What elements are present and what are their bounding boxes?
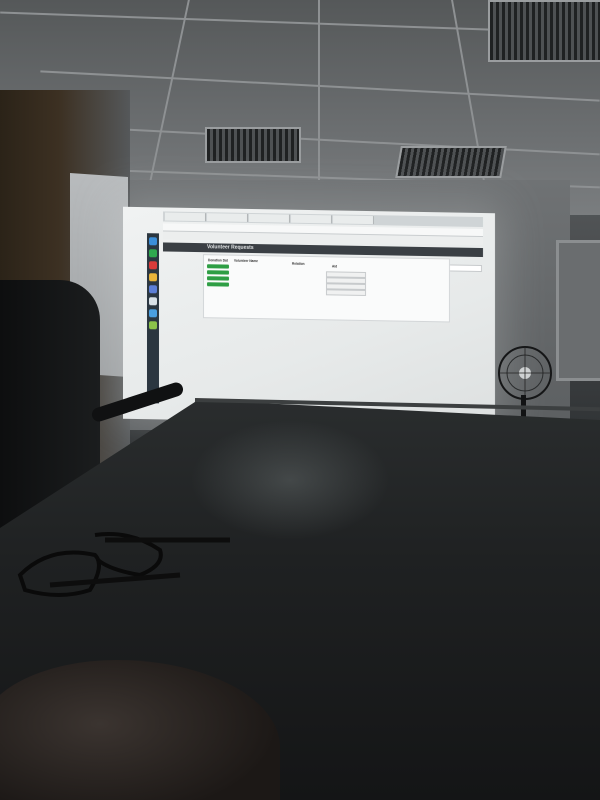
green-status-button <box>207 264 229 269</box>
green-status-button <box>207 270 229 275</box>
app-icon <box>149 309 157 318</box>
eyeglasses <box>17 532 230 597</box>
green-status-button <box>207 282 229 287</box>
ceiling-vent <box>488 0 600 62</box>
green-status-button <box>207 276 229 281</box>
ceiling-vent <box>205 127 301 163</box>
app-icon <box>149 321 157 330</box>
column-header: Donation Dat <box>208 258 228 263</box>
app-title: Volunteer Requests <box>207 244 254 252</box>
app-icon <box>149 297 157 306</box>
content-panel: Donation Dat Volunteer Name Relation Aid <box>203 254 450 323</box>
app-icon <box>149 273 157 282</box>
ceiling-vent <box>395 146 507 178</box>
windows-icon <box>149 237 157 246</box>
sidenav-item <box>167 258 207 259</box>
wall-frame <box>556 240 600 381</box>
search-input <box>448 264 482 273</box>
column-header: Relation <box>292 261 305 266</box>
column-header: Volunteer Name <box>234 258 259 264</box>
conference-room-scene: Volunteer Requests Donation Dat Voluntee… <box>0 0 600 800</box>
column-header: Aid <box>332 264 338 269</box>
taskbar <box>147 233 159 404</box>
app-icon <box>149 261 157 270</box>
sidenav-item <box>167 264 207 265</box>
standing-fan <box>498 346 552 400</box>
app-icon <box>149 285 157 294</box>
table-input <box>326 289 366 296</box>
sidenav-item <box>167 264 207 265</box>
app-icon <box>149 249 157 258</box>
side-navigation <box>167 258 207 265</box>
